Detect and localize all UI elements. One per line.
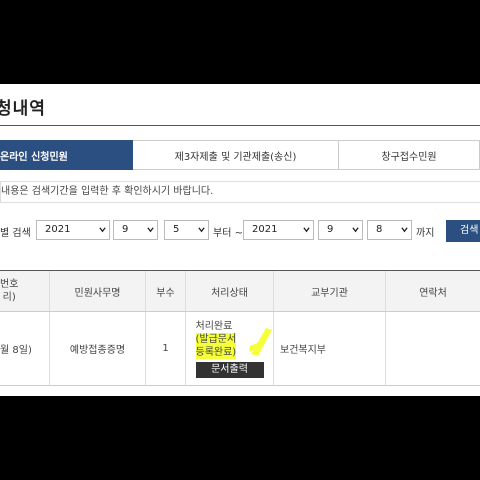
header-number-line1: 번호 bbox=[0, 279, 19, 290]
header-status: 처리상태 bbox=[186, 271, 274, 311]
chevron-down-icon bbox=[352, 227, 359, 233]
status-line3: 등록완료) bbox=[195, 345, 237, 359]
chevron-down-icon bbox=[303, 227, 310, 233]
start-month-value: 9 bbox=[122, 224, 129, 235]
highlighter-mark bbox=[249, 328, 272, 356]
tab-third-party-submission[interactable]: 제3자제출 및 기관제출(송신) bbox=[133, 140, 339, 170]
table-row: 월 8일) 예방접종증명 1 처리완료 (발급문서 등록완료) 문서출력 보건복… bbox=[0, 312, 480, 386]
page-title: 청내역 bbox=[0, 99, 46, 119]
header-service-name: 민원사무명 bbox=[50, 271, 146, 311]
end-month-select[interactable]: 9 bbox=[318, 220, 363, 240]
search-notice: 내용은 검색기간을 입력한 후 확인하시기 바랍니다. bbox=[0, 181, 480, 203]
tab-label: 온라인 신청민원 bbox=[0, 151, 68, 163]
start-year-select[interactable]: 2021 bbox=[36, 220, 110, 240]
header-copies: 부수 bbox=[146, 271, 186, 311]
search-label: 별 검색 bbox=[0, 228, 31, 239]
title-divider bbox=[0, 125, 480, 126]
chevron-down-icon bbox=[99, 227, 106, 233]
chevron-down-icon bbox=[198, 227, 205, 233]
browser-screen: 청내역 온라인 신청민원 제3자제출 및 기관제출(송신) 창구접수민원 내용은… bbox=[0, 84, 480, 396]
to-text: 까지 bbox=[416, 228, 435, 239]
chevron-down-icon bbox=[401, 227, 408, 233]
start-day-value: 5 bbox=[173, 224, 180, 235]
print-document-button[interactable]: 문서출력 bbox=[195, 361, 264, 378]
tab-label: 창구접수민원 bbox=[381, 151, 437, 163]
chevron-down-icon bbox=[147, 227, 154, 233]
status-line1: 처리완료 bbox=[195, 320, 233, 332]
end-day-value: 8 bbox=[376, 224, 383, 235]
search-button[interactable]: 검색 bbox=[446, 220, 480, 242]
row-issuing-agency: 보건복지부 bbox=[274, 312, 386, 385]
end-year-value: 2021 bbox=[252, 224, 278, 235]
status-line2: (발급문서 bbox=[195, 332, 237, 346]
tab-online-application[interactable]: 온라인 신청민원 bbox=[0, 140, 133, 170]
tab-bar: 온라인 신청민원 제3자제출 및 기관제출(송신) 창구접수민원 bbox=[0, 140, 480, 170]
header-issuing-agency: 교부기관 bbox=[274, 271, 386, 311]
end-year-select[interactable]: 2021 bbox=[243, 220, 314, 240]
from-text: 부터 ~ bbox=[213, 228, 243, 239]
header-number: 번호 리) bbox=[0, 271, 50, 311]
header-contact: 연락처 bbox=[419, 287, 447, 299]
start-month-select[interactable]: 9 bbox=[113, 220, 158, 240]
row-service-name: 예방접종증명 bbox=[50, 312, 146, 385]
start-day-select[interactable]: 5 bbox=[164, 220, 209, 240]
tab-counter-application[interactable]: 창구접수민원 bbox=[339, 140, 480, 170]
row-contact bbox=[386, 312, 480, 385]
end-month-value: 9 bbox=[327, 224, 334, 235]
row-copies: 1 bbox=[146, 312, 186, 385]
search-filter-row: 별 검색 2021 9 5 부터 ~ 2021 9 8 까지 검색 bbox=[0, 220, 480, 242]
tab-label: 제3자제출 및 기관제출(송신) bbox=[174, 151, 297, 163]
table-header: 번호 리) 민원사무명 부수 처리상태 교부기관 연락처 bbox=[0, 270, 480, 312]
end-day-select[interactable]: 8 bbox=[367, 220, 412, 240]
start-year-value: 2021 bbox=[45, 224, 71, 235]
header-number-line2: 리) bbox=[2, 292, 16, 303]
row-number-date: 월 8일) bbox=[0, 312, 50, 385]
